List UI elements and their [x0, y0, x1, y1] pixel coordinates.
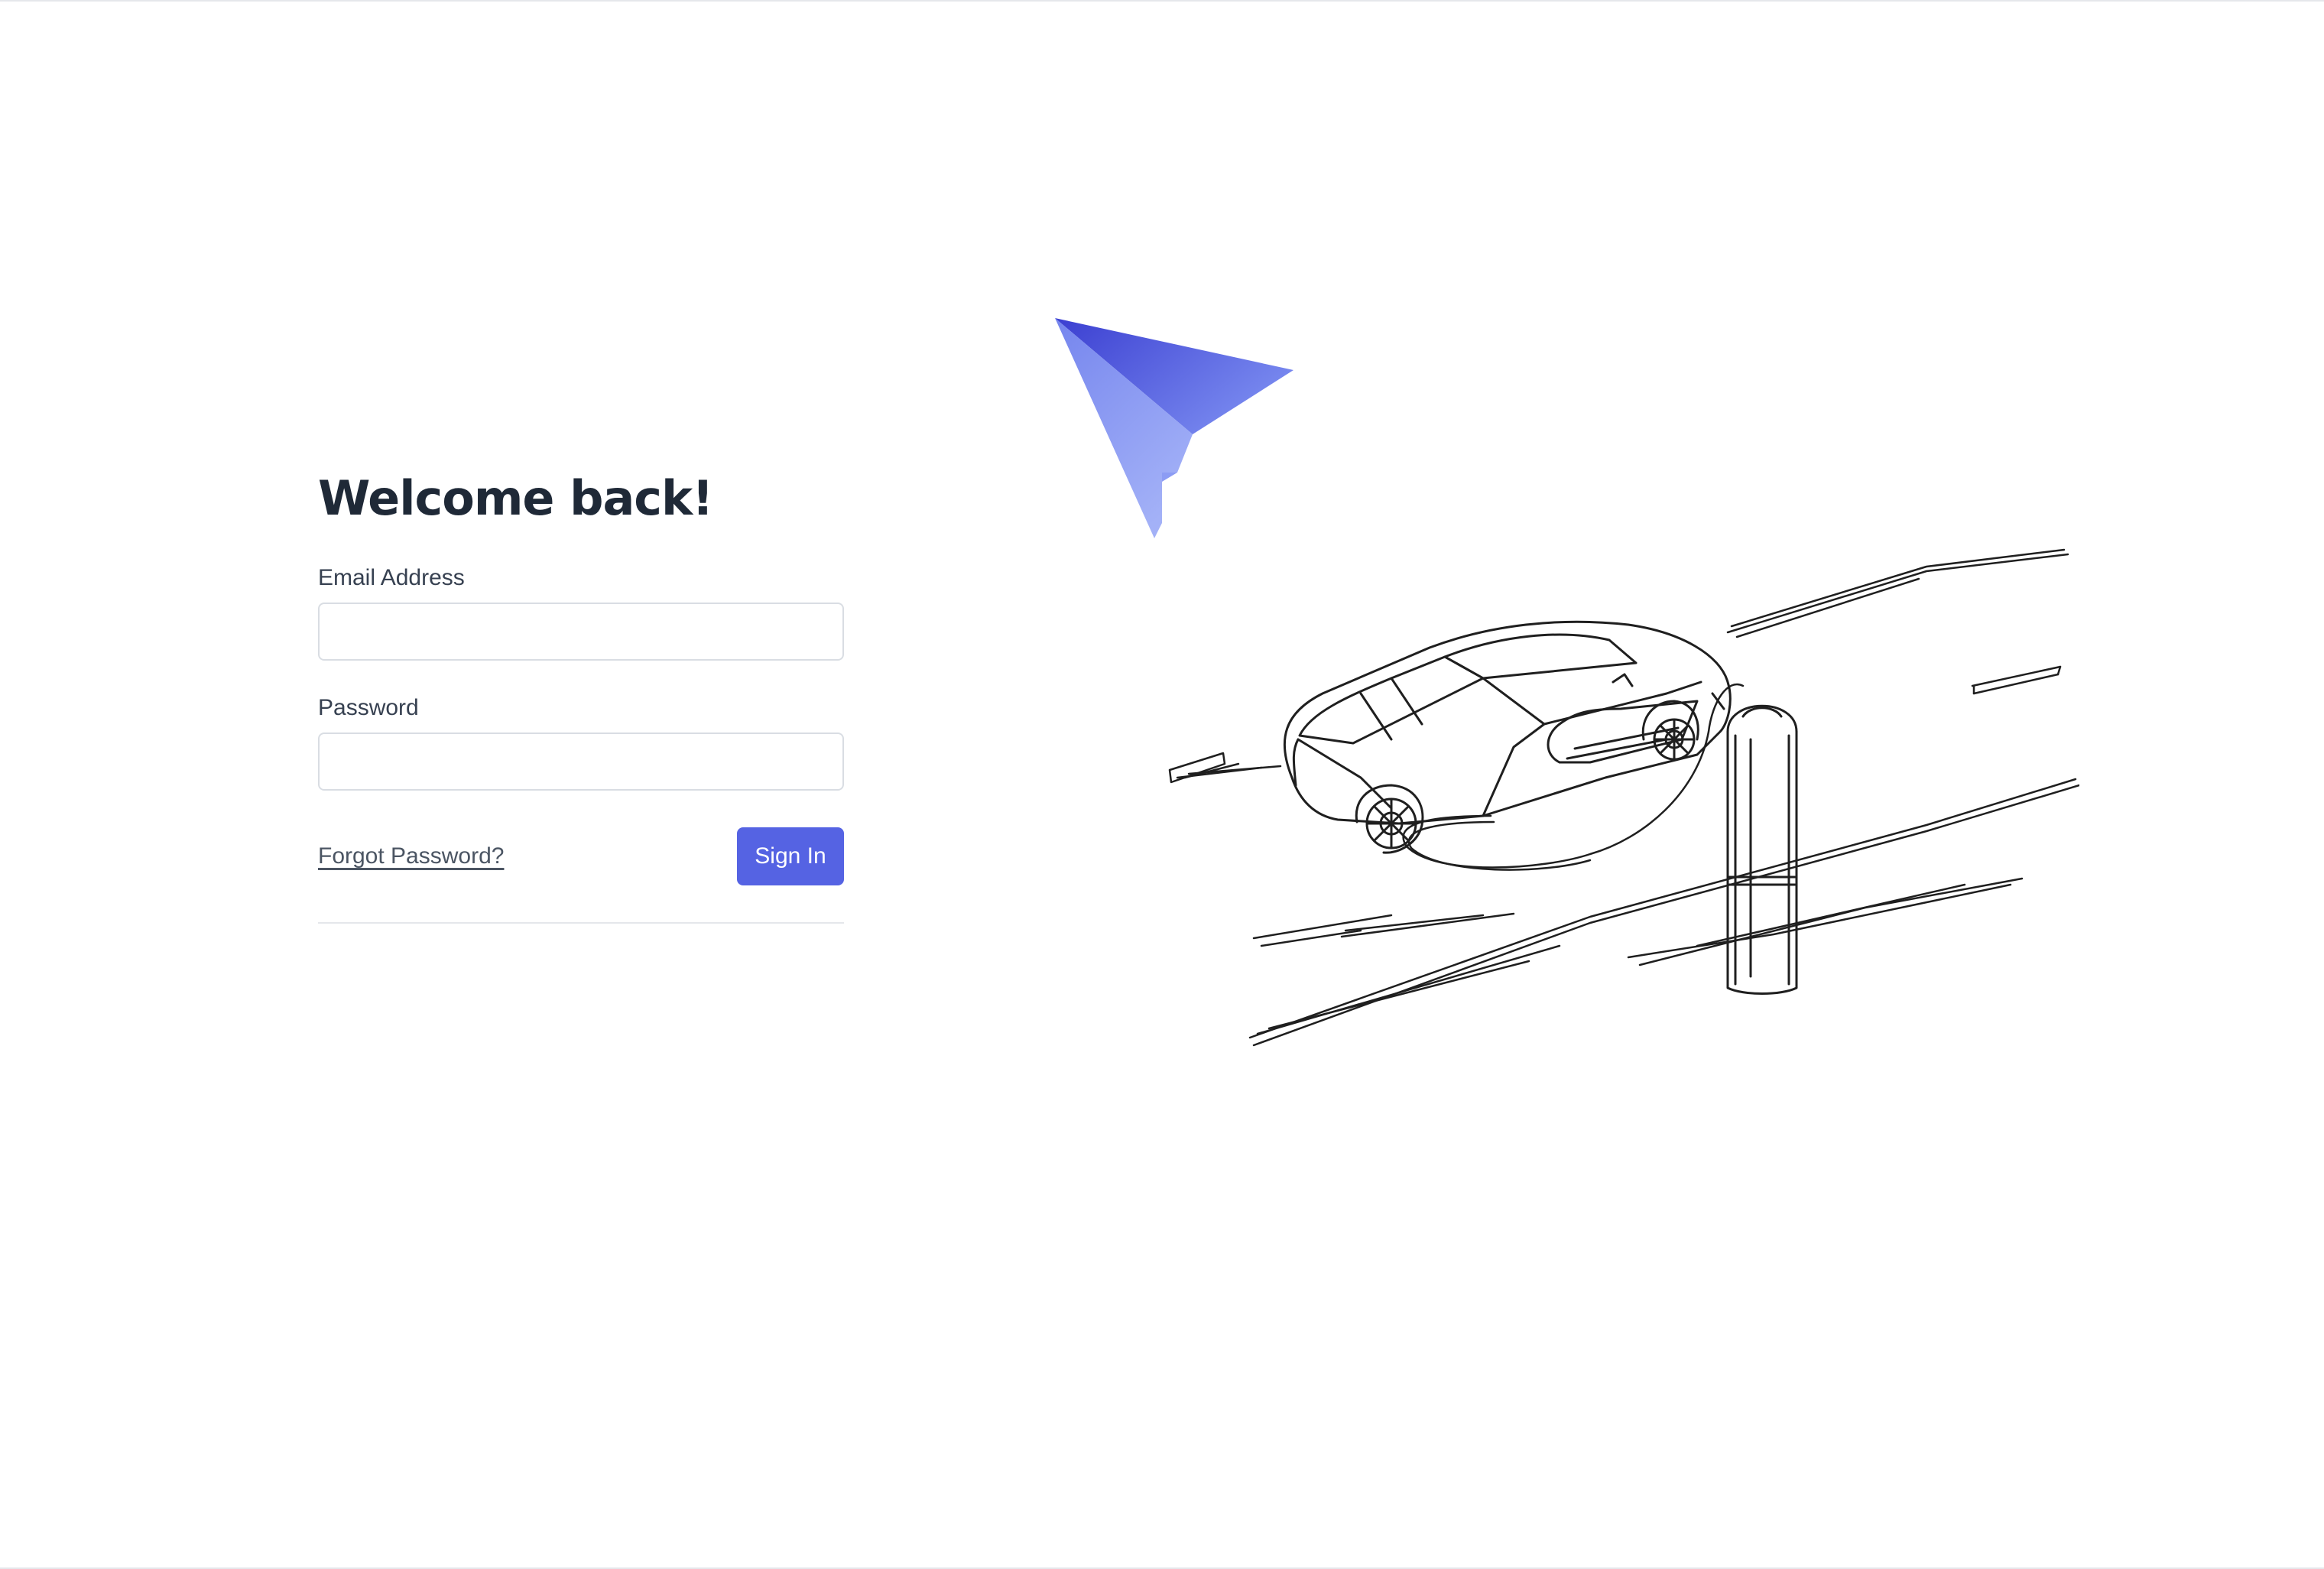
form-divider	[318, 922, 844, 924]
electric-car-charging-illustration	[1168, 548, 2079, 1047]
car-sketch	[1283, 620, 1732, 854]
password-label: Password	[318, 695, 419, 720]
charging-station	[1726, 704, 1798, 995]
password-input[interactable]	[318, 733, 844, 791]
forgot-password-link[interactable]: Forgot Password?	[318, 843, 504, 870]
form-actions: Forgot Password? Sign In	[318, 827, 844, 885]
page-title: Welcome back!	[318, 470, 714, 526]
login-form: Welcome back! Email Address Password For…	[318, 469, 844, 924]
email-input[interactable]	[318, 603, 844, 661]
login-page: Welcome back! Email Address Password For…	[0, 0, 2324, 1569]
email-label: Email Address	[318, 565, 465, 590]
paper-plane-logo-icon	[1055, 318, 1293, 538]
sign-in-button[interactable]: Sign In	[737, 827, 844, 885]
